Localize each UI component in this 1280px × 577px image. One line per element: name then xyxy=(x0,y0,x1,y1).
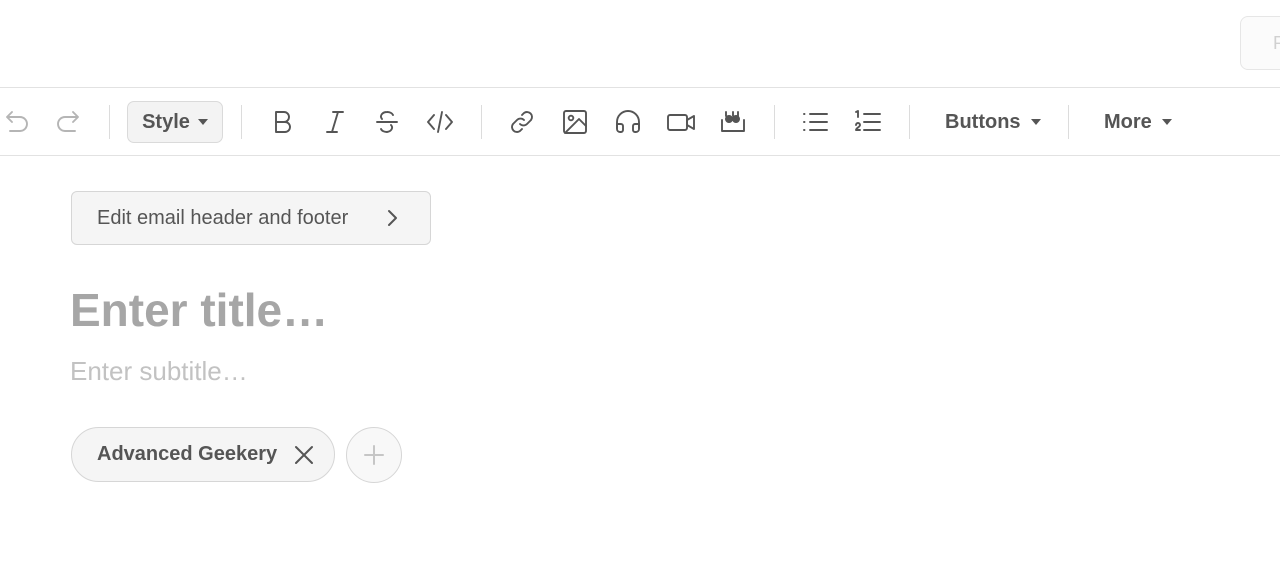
tag-chip[interactable]: Advanced Geekery xyxy=(71,427,335,482)
toolbar-separator xyxy=(109,105,110,139)
toolbar-separator xyxy=(1068,105,1069,139)
caret-down-icon xyxy=(1030,119,1041,125)
tag-label: Advanced Geekery xyxy=(97,443,278,465)
close-icon[interactable] xyxy=(292,443,316,467)
caret-down-icon xyxy=(1161,119,1172,125)
chevron-right-icon xyxy=(382,207,402,229)
top-right-button[interactable]: P xyxy=(1240,16,1280,70)
editor-toolbar: Style Buttons More xyxy=(0,88,1280,156)
strikethrough-icon[interactable] xyxy=(370,105,404,139)
buttons-dropdown[interactable]: Buttons xyxy=(945,101,1041,143)
redo-icon[interactable] xyxy=(51,105,85,139)
title-placeholder: Enter title… xyxy=(70,284,329,336)
subtitle-input[interactable]: Enter subtitle… xyxy=(70,352,1170,392)
link-icon[interactable] xyxy=(505,105,539,139)
top-right-button-label: P xyxy=(1273,33,1280,53)
bullet-list-icon[interactable] xyxy=(798,105,832,139)
edit-header-footer-button[interactable]: Edit email header and footer xyxy=(71,191,431,245)
code-icon[interactable] xyxy=(423,105,457,139)
title-input[interactable]: Enter title… xyxy=(70,280,1170,340)
more-dropdown[interactable]: More xyxy=(1104,101,1172,143)
video-icon[interactable] xyxy=(664,105,698,139)
toolbar-separator xyxy=(481,105,482,139)
edit-header-footer-label: Edit email header and footer xyxy=(97,206,349,229)
more-dropdown-label: More xyxy=(1104,110,1152,133)
caret-down-icon xyxy=(197,119,208,125)
numbered-list-icon[interactable] xyxy=(851,105,885,139)
bold-icon[interactable] xyxy=(265,105,299,139)
quote-icon[interactable] xyxy=(716,105,750,139)
subtitle-placeholder: Enter subtitle… xyxy=(70,356,248,386)
italic-icon[interactable] xyxy=(318,105,352,139)
buttons-dropdown-label: Buttons xyxy=(945,110,1021,133)
undo-icon[interactable] xyxy=(0,105,34,139)
image-icon[interactable] xyxy=(558,105,592,139)
add-tag-button[interactable] xyxy=(346,427,402,483)
toolbar-separator xyxy=(774,105,775,139)
top-bar: P xyxy=(0,0,1280,88)
style-dropdown-label: Style xyxy=(142,110,190,133)
audio-icon[interactable] xyxy=(611,105,645,139)
plus-icon xyxy=(364,445,384,465)
toolbar-separator xyxy=(241,105,242,139)
toolbar-separator xyxy=(909,105,910,139)
style-dropdown[interactable]: Style xyxy=(127,101,223,143)
